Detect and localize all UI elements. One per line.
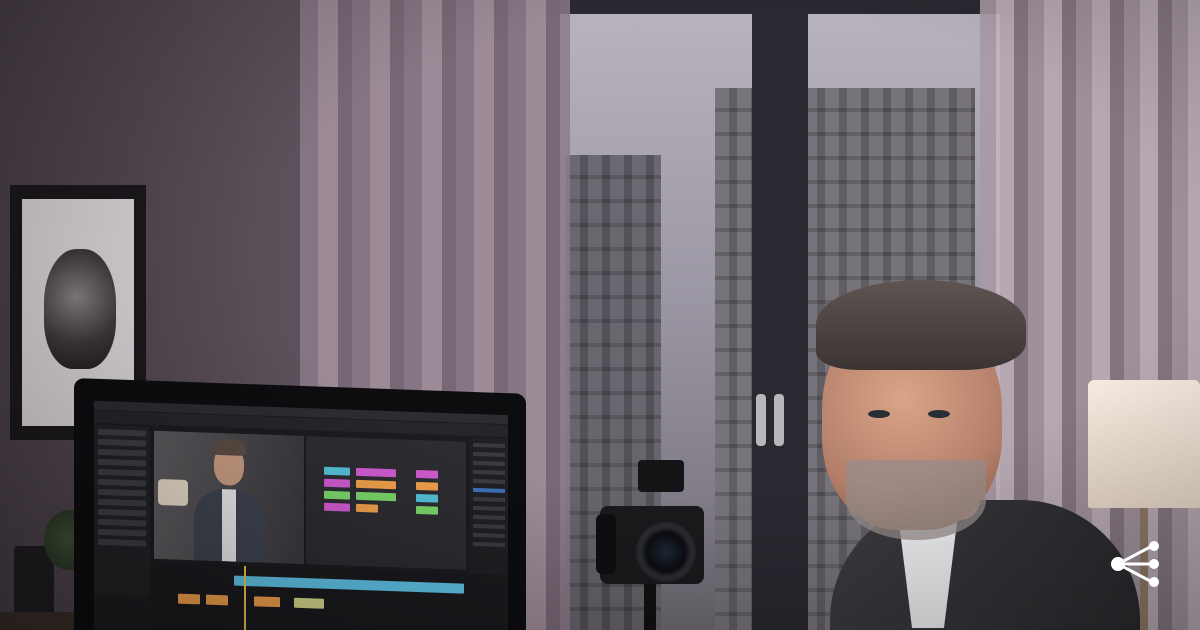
beard xyxy=(846,460,986,540)
clip-block xyxy=(416,469,438,479)
clip-block xyxy=(416,505,438,515)
timeline xyxy=(154,562,508,630)
man-portrait xyxy=(800,280,1140,630)
share-icon[interactable] xyxy=(1104,538,1164,590)
clip-block xyxy=(324,502,350,512)
window-handle-left xyxy=(756,394,766,446)
camera-grip xyxy=(596,514,616,574)
photo-scene xyxy=(0,0,1200,630)
clip-block xyxy=(416,481,438,491)
window-handle-right xyxy=(774,394,784,446)
clip-block xyxy=(356,467,396,478)
eye-left xyxy=(868,410,890,418)
clip-block xyxy=(324,478,350,488)
clip-block xyxy=(324,466,350,476)
program-monitor xyxy=(154,430,304,565)
clip-block xyxy=(356,491,396,502)
window-frame-top xyxy=(560,0,1000,14)
timeline-playhead xyxy=(244,565,246,630)
share-icon-graphic xyxy=(1111,541,1159,587)
camera-on-tripod xyxy=(596,460,706,630)
portrait-art xyxy=(44,249,116,369)
clip-block xyxy=(324,490,350,500)
timeline-clip xyxy=(294,597,324,609)
camera-lens xyxy=(636,522,696,582)
color-clips-panel xyxy=(306,436,466,570)
hair xyxy=(816,280,1026,370)
tripod xyxy=(644,584,656,630)
clip-block xyxy=(356,503,378,513)
monitor xyxy=(74,378,526,630)
clip-block xyxy=(356,479,396,490)
timeline-track-cyan xyxy=(234,575,464,594)
video-editor-screen xyxy=(94,400,508,630)
eye-right xyxy=(928,410,950,418)
project-panel xyxy=(94,424,150,597)
camera-top xyxy=(638,460,684,492)
timeline-clip xyxy=(178,593,200,605)
viewer-lamp xyxy=(158,478,188,506)
clip-block xyxy=(416,493,438,503)
timeline-clip xyxy=(206,594,228,606)
viewer-person xyxy=(194,438,264,563)
timeline-clip xyxy=(254,596,280,608)
